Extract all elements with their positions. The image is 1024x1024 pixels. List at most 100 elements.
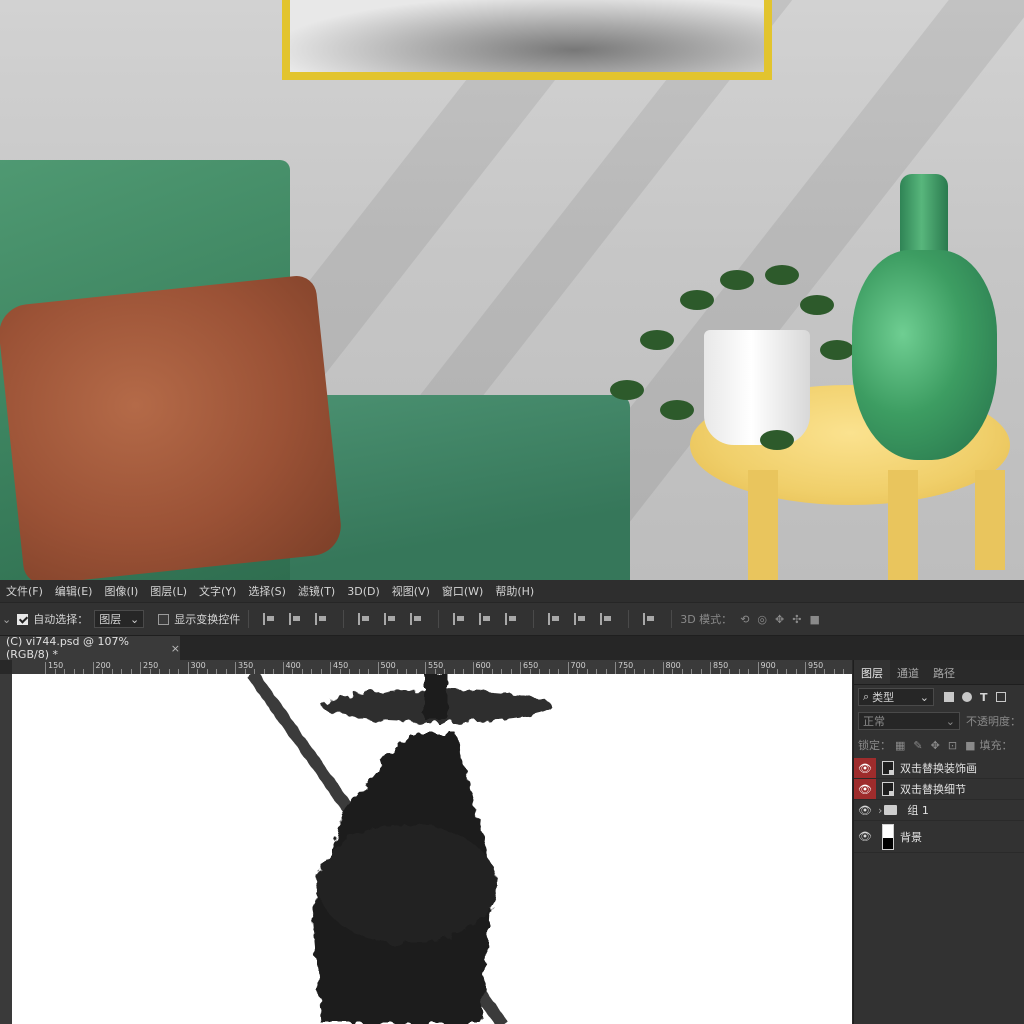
blend-mode-dropdown[interactable]: 正常 ⌄ [858,712,960,730]
auto-select-checkbox[interactable] [17,613,29,625]
armchair-arm [290,395,630,580]
ruler-label: 700 [570,661,586,670]
lock-position-icon[interactable]: ✥ [931,739,940,752]
distribute-left-icon[interactable] [548,613,562,625]
chevron-right-icon[interactable]: › [878,804,882,817]
eye-icon[interactable]: 👁 [854,827,876,847]
options-bar: ⌄ 自动选择： 图层 ⌄ 显示变换控件 3D 模式： ⟲ ◎ ✥ ✣ ■ [0,602,1024,636]
shape-filter-icon[interactable] [995,692,1006,702]
align-bottom-icon[interactable] [315,613,329,625]
lock-transparent-icon[interactable]: ▦ [895,739,905,752]
ruler-tick [425,662,426,674]
lock-artboard-icon[interactable]: ⊡ [948,739,957,752]
menu-select[interactable]: 选择(S) [242,583,292,599]
divider [628,610,630,628]
menu-edit[interactable]: 编辑(E) [49,583,99,599]
drag-3d-icon[interactable]: ✥ [775,613,784,626]
align-top-icon[interactable] [263,613,277,625]
ruler-tick [377,662,379,674]
ruler-tick [615,662,616,674]
menu-file[interactable]: 文件(F) [0,583,49,599]
eye-icon[interactable]: 👁 [854,800,876,820]
tab-channels[interactable]: 通道 [890,660,926,684]
slide-3d-icon[interactable]: ✣ [792,613,801,626]
tab-paths[interactable]: 路径 [926,660,962,684]
image-filter-icon[interactable] [944,692,954,702]
layer-filter-dropdown[interactable]: ⌕ 类型 ⌄ [858,688,934,706]
menu-image[interactable]: 图像(I) [98,583,144,599]
auto-select-label: 自动选择： [33,613,89,626]
menu-view[interactable]: 视图(V) [386,583,436,599]
ruler-label: 350 [238,661,254,670]
ruler-label: 300 [190,661,206,670]
layer-name: 双击替换装饰画 [900,762,977,775]
align-left-icon[interactable] [358,613,372,625]
layer-name: 双击替换细节 [900,783,966,796]
background-thumbnail [882,823,894,850]
distribute-horizontal-center-icon[interactable] [574,613,588,625]
chevron-down-icon[interactable]: ⌄ [2,613,11,626]
lock-all-icon[interactable]: ■ [965,739,975,752]
smart-object-thumbnail [882,761,894,775]
close-icon[interactable]: × [171,642,180,655]
show-transform-checkbox[interactable] [158,613,170,625]
layer-row[interactable]: 👁 双击替换装饰画 [854,758,1024,779]
align-right-icon[interactable] [410,613,424,625]
ruler-label: 150 [48,661,64,670]
eye-icon[interactable]: 👁 [854,779,876,799]
plant-leaf [680,290,714,310]
tab-layers[interactable]: 图层 [854,660,890,684]
align-vertical-center-icon[interactable] [289,613,303,625]
layer-row[interactable]: 👁 › 组 1 [854,800,1024,821]
distribute-vertical-center-icon[interactable] [479,613,493,625]
plant-leaf [660,400,694,420]
ruler-tick [805,662,806,674]
auto-select-target-dropdown[interactable]: 图层 ⌄ [94,610,145,628]
document-tab[interactable]: (C) vi744.psd @ 107%(RGB/8) * × [0,635,180,661]
layer-row[interactable]: 👁 双击替换细节 [854,779,1024,800]
ruler-tick [235,662,236,674]
layer-row[interactable]: 👁 背景 [854,821,1024,853]
distribute-right-icon[interactable] [600,613,614,625]
ruler-tick [92,662,94,674]
document-tab-bar: (C) vi744.psd @ 107%(RGB/8) * × [0,635,1024,661]
ruler-tick [330,662,331,674]
roll-3d-icon[interactable]: ◎ [757,613,767,626]
eye-icon[interactable]: 👁 [854,758,876,778]
auto-select-target-value: 图层 [99,613,122,626]
menu-layer[interactable]: 图层(L) [144,583,193,599]
document-canvas[interactable] [12,674,852,1024]
adjustment-filter-icon[interactable] [962,692,972,702]
ruler-label: 500 [380,661,396,670]
align-horizontal-center-icon[interactable] [384,613,398,625]
plant-pot [704,330,810,445]
lock-image-icon[interactable]: ✎ [913,739,922,752]
type-filter-icon[interactable]: T [980,691,988,704]
menu-help[interactable]: 帮助(H) [489,583,540,599]
menu-type[interactable]: 文字(Y) [193,583,242,599]
menu-window[interactable]: 窗口(W) [436,583,489,599]
divider [343,610,345,628]
distribute-bottom-icon[interactable] [505,613,519,625]
side-table-leg [748,470,778,580]
chevron-down-icon: ⌄ [130,612,140,626]
layers-panel: 图层 通道 路径 ⌕ 类型 ⌄ T 正常 ⌄ 不透明度： 锁定： ▦ ✎ ✥ ⊡… [853,660,1024,1024]
document-title: (C) vi744.psd @ 107%(RGB/8) * [6,635,129,661]
layer-filter-group: ⌕ 类型 [863,689,894,705]
smart-object-thumbnail [882,782,894,796]
menu-3d[interactable]: 3D(D) [341,585,386,598]
divider [533,610,535,628]
ruler-label: 250 [143,661,159,670]
scale-3d-icon[interactable]: ■ [809,613,819,626]
ruler-tick [662,662,664,674]
menu-bar: 文件(F) 编辑(E) 图像(I) 图层(L) 文字(Y) 选择(S) 滤镜(T… [0,580,1024,602]
distribute-top-icon[interactable] [453,613,467,625]
ruler-label: 400 [285,661,301,670]
menu-filter[interactable]: 滤镜(T) [292,583,341,599]
green-vase [852,250,997,460]
plant-leaf [800,295,834,315]
orbit-3d-icon[interactable]: ⟲ [740,613,749,626]
lock-row: 锁定： ▦ ✎ ✥ ⊡ ■ 填充： [854,733,1024,757]
auto-align-icon[interactable] [643,613,657,625]
ruler-label: 950 [808,661,824,670]
